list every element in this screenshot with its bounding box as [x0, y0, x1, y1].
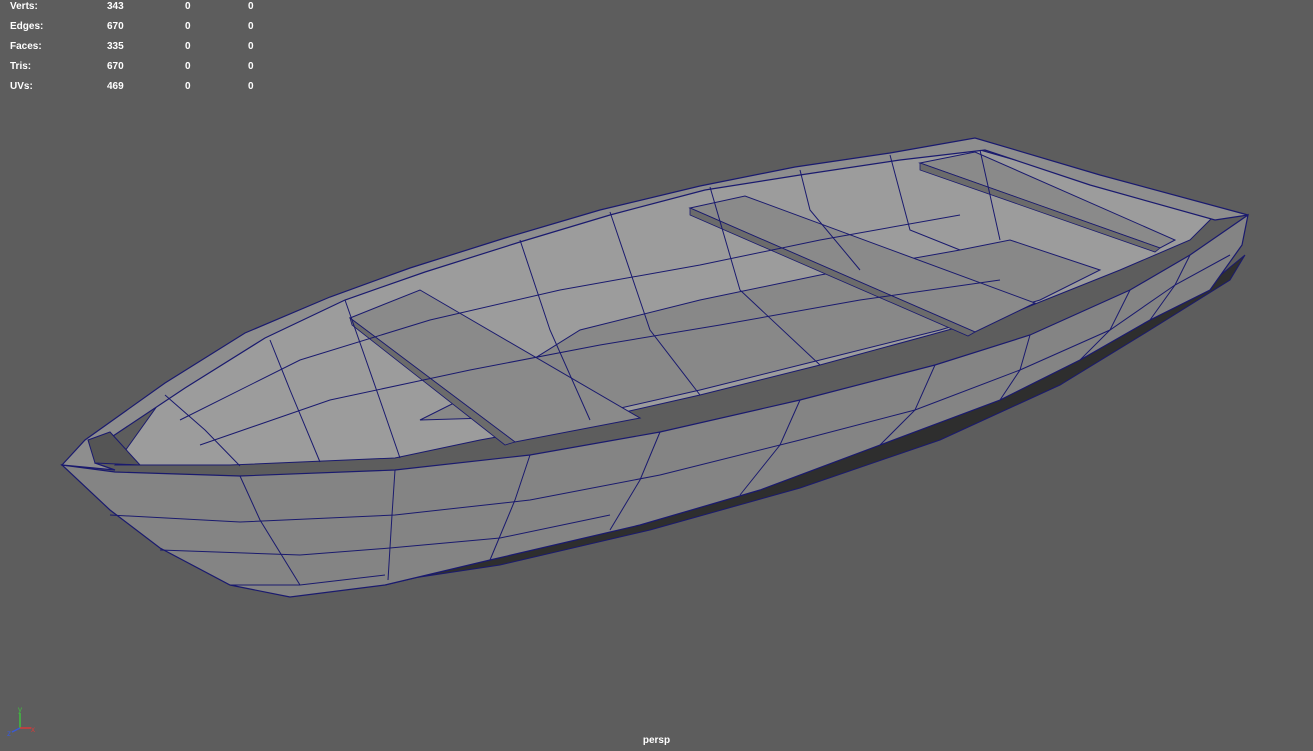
hud-value: 670 [107, 21, 124, 32]
hud-value: 0 [185, 61, 191, 72]
hud-value: 0 [185, 1, 191, 12]
hud-value: 469 [107, 81, 124, 92]
hud-value: 343 [107, 1, 124, 12]
hud-value: 0 [248, 81, 254, 92]
hud-label: Edges: [10, 21, 44, 32]
hud-label: Faces: [10, 41, 42, 52]
hud-value: 335 [107, 41, 124, 52]
hud-value: 0 [248, 1, 254, 12]
hud-value: 0 [248, 41, 254, 52]
hud-value: 0 [185, 21, 191, 32]
axis-y-label: y [18, 705, 22, 714]
hud-label: Verts: [10, 1, 38, 12]
hud-value: 0 [248, 21, 254, 32]
camera-name-label: persp [642, 735, 671, 746]
hud-value: 0 [248, 61, 254, 72]
hud-label: Tris: [10, 61, 32, 72]
axis-x-label: x [31, 725, 35, 734]
hud-value: 0 [185, 81, 191, 92]
viewport-canvas[interactable] [0, 0, 1313, 751]
hud-value: 670 [107, 61, 124, 72]
hud-label: UVs: [10, 81, 33, 92]
axis-gizmo-icon: y x z [7, 705, 35, 738]
hud-value: 0 [185, 41, 191, 52]
